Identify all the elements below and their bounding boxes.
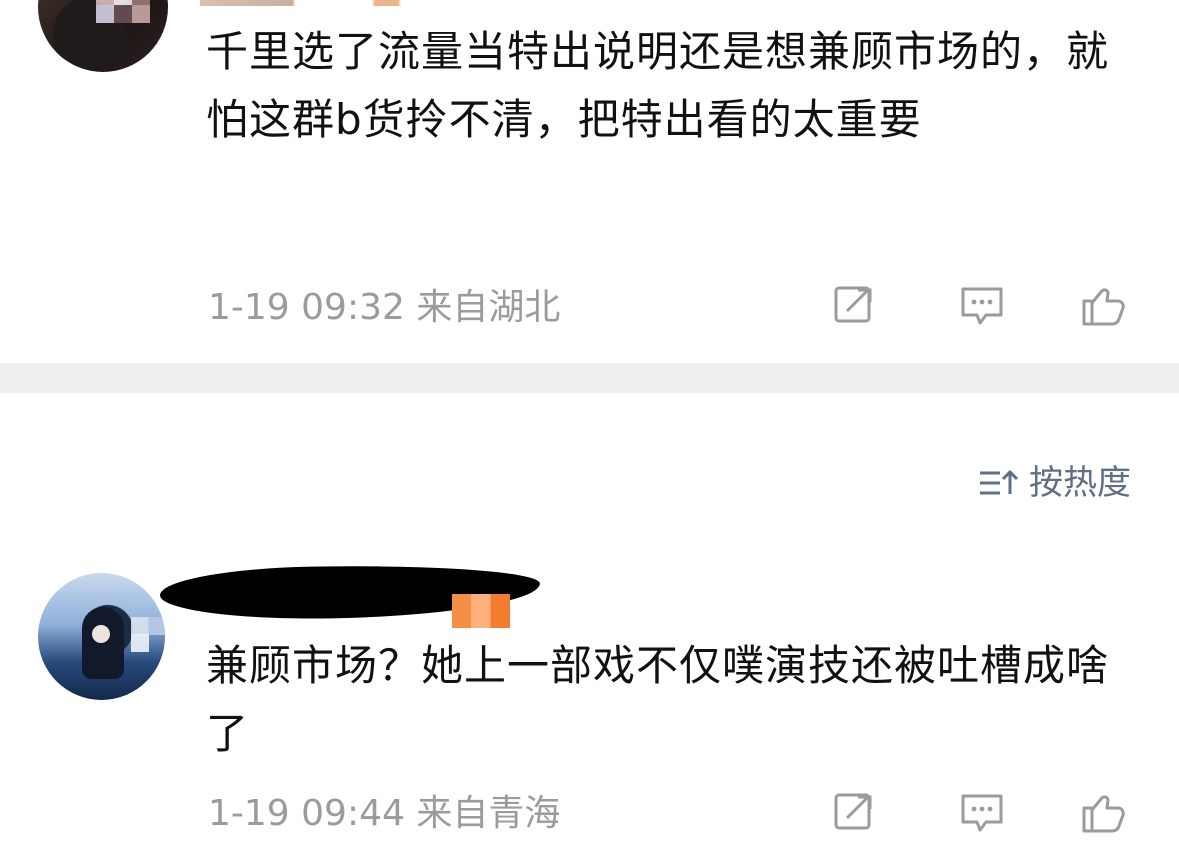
- avatar-figure: [82, 607, 124, 679]
- share-icon: [834, 286, 872, 323]
- share-button[interactable]: [829, 786, 883, 840]
- sort-toggle[interactable]: 按热度: [977, 462, 1131, 504]
- comment-time: 1-19 09:32: [208, 287, 405, 328]
- avatar-mosaic-pixel: [148, 617, 165, 635]
- username-redacted: [200, 0, 530, 6]
- avatar-mosaic-pixel: [96, 5, 114, 23]
- like-button[interactable]: [1076, 786, 1130, 840]
- share-icon: [834, 793, 872, 830]
- avatar-mosaic-pixel: [114, 5, 132, 23]
- comment-button[interactable]: [955, 786, 1009, 840]
- comment-location: 来自青海: [416, 793, 561, 834]
- comment-time: 1-19 09:44: [208, 793, 405, 834]
- comment-icon: [961, 794, 1003, 832]
- comment-icon: [961, 287, 1003, 325]
- user-badge-redacted: [452, 594, 510, 628]
- section-divider: [0, 363, 1179, 393]
- avatar-mosaic-pixel: [132, 5, 150, 23]
- comment-actions: [829, 279, 1129, 339]
- avatar-mosaic-pixel: [131, 617, 149, 635]
- comment-meta: 1-19 09:32 来自湖北: [208, 290, 560, 326]
- avatar[interactable]: [38, 573, 165, 700]
- like-icon: [1082, 795, 1125, 833]
- comment-location: 来自湖北: [416, 287, 561, 328]
- sort-label: 按热度: [1029, 463, 1131, 503]
- like-button[interactable]: [1076, 279, 1130, 333]
- comment-meta: 1-19 09:44 来自青海: [208, 796, 560, 832]
- sort-icon: [980, 469, 1019, 495]
- comment-text: 千里选了流量当特出说明还是想兼顾市场的，就怕这群b货拎不清，把特出看的太重要: [206, 27, 1110, 144]
- comment-button[interactable]: [955, 279, 1009, 333]
- avatar-mosaic-pixel: [131, 634, 149, 652]
- avatar[interactable]: [38, 0, 168, 72]
- share-button[interactable]: [829, 279, 883, 333]
- comment-actions: [829, 786, 1129, 846]
- comment-text: 兼顾市场？她上一部戏不仅噗演技还被吐槽成啥了: [206, 641, 1110, 758]
- like-icon: [1082, 288, 1125, 326]
